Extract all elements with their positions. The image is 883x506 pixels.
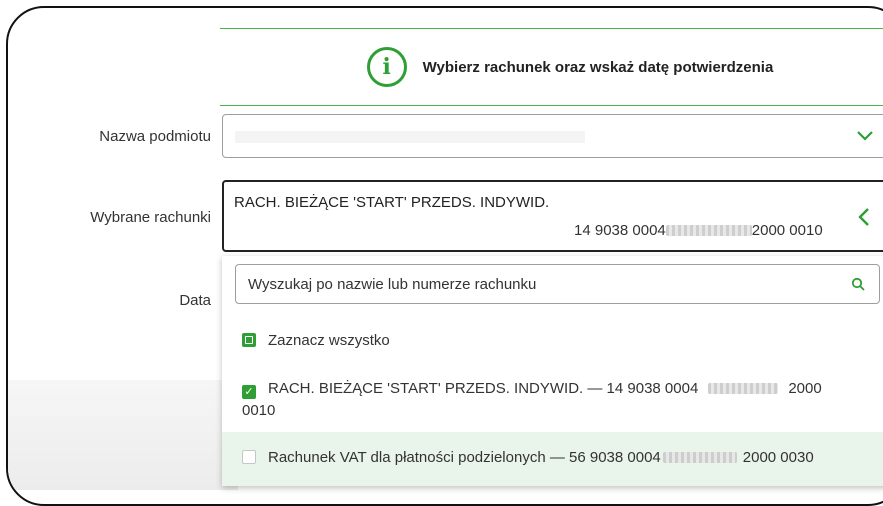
background-panel bbox=[8, 380, 238, 490]
entity-label: Nazwa podmiotu bbox=[99, 128, 211, 145]
account-option[interactable]: ✓ RACH. BIEŻĄCE 'START' PRZEDS. INDYWID. … bbox=[242, 378, 882, 422]
account-option-label-wrap: 0010 bbox=[242, 402, 276, 419]
entity-select[interactable] bbox=[222, 114, 883, 158]
account-number-end: 2000 0010 bbox=[751, 222, 823, 239]
accounts-dropdown: Wyszukaj po nazwie lub numerze rachunku … bbox=[222, 256, 883, 486]
window-frame: i Wybierz rachunek oraz wskaż datę potwi… bbox=[6, 6, 883, 506]
masked-digits bbox=[662, 452, 737, 463]
info-banner: i Wybierz rachunek oraz wskaż datę potwi… bbox=[220, 28, 883, 106]
entity-value bbox=[235, 131, 585, 143]
banner-text: Wybierz rachunek oraz wskaż datę potwier… bbox=[422, 58, 774, 76]
accounts-select[interactable]: RACH. BIEŻĄCE 'START' PRZEDS. INDYWID. 1… bbox=[222, 180, 883, 252]
account-option-label-start: Rachunek VAT dla płatności podzielonych … bbox=[268, 449, 661, 466]
selected-account-number: 14 9038 0004 2000 0010 bbox=[574, 222, 823, 239]
chevron-down-icon[interactable] bbox=[855, 129, 875, 143]
accounts-label: Wybrane rachunki bbox=[90, 209, 211, 226]
select-all-checkbox[interactable] bbox=[242, 333, 256, 347]
account-option-label-end: 2000 0030 bbox=[742, 449, 814, 466]
chevron-left-icon[interactable] bbox=[856, 206, 872, 228]
selected-account-name: RACH. BIEŻĄCE 'START' PRZEDS. INDYWID. bbox=[234, 194, 550, 211]
select-all-option[interactable]: Zaznacz wszystko bbox=[242, 332, 390, 349]
search-placeholder: Wyszukaj po nazwie lub numerze rachunku bbox=[248, 275, 537, 293]
masked-digits bbox=[665, 225, 752, 236]
account-search-input[interactable]: Wyszukaj po nazwie lub numerze rachunku bbox=[235, 264, 880, 304]
account-number-start: 14 9038 0004 bbox=[574, 222, 666, 239]
info-icon: i bbox=[366, 47, 407, 87]
account-option-label-end: 2000 bbox=[788, 380, 822, 397]
account-option-checkbox[interactable] bbox=[242, 450, 256, 464]
select-all-label: Zaznacz wszystko bbox=[268, 332, 390, 349]
account-option-checkbox[interactable]: ✓ bbox=[242, 385, 256, 399]
search-icon[interactable] bbox=[851, 277, 865, 291]
account-option[interactable]: Rachunek VAT dla płatności podzielonych … bbox=[242, 449, 814, 466]
account-option-label-start: RACH. BIEŻĄCE 'START' PRZEDS. INDYWID. —… bbox=[268, 380, 699, 397]
masked-digits bbox=[708, 383, 779, 394]
date-label: Data bbox=[179, 292, 211, 309]
